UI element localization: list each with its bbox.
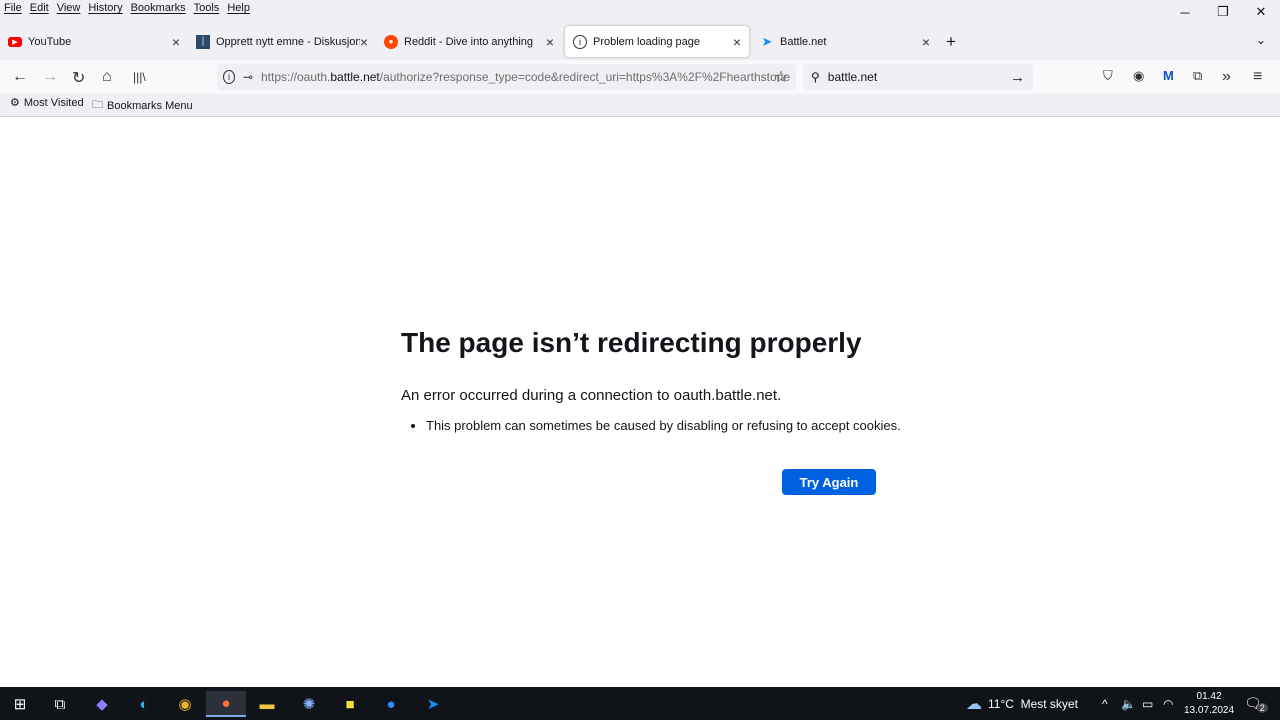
- malwarebytes-icon[interactable]: M: [1163, 68, 1174, 83]
- settings-app-icon[interactable]: ✺: [289, 691, 329, 717]
- menu-bookmarks[interactable]: Bookmarks: [127, 0, 190, 18]
- pocket-icon[interactable]: ⛉: [1103, 68, 1113, 84]
- tab-label: Reddit - Dive into anything: [404, 35, 534, 48]
- battlenet-app-icon[interactable]: ➤: [413, 691, 453, 717]
- gear-icon: ⚙: [10, 97, 20, 109]
- page-title: The page isn’t redirecting properly: [401, 327, 862, 358]
- firefox-icon[interactable]: ●: [206, 691, 246, 717]
- notification-center-icon[interactable]: 🗨 2: [1244, 687, 1268, 720]
- error-page: The page isn’t redirecting properly An e…: [401, 327, 901, 433]
- youtube-icon: ▶: [8, 36, 22, 47]
- close-tab-icon[interactable]: ×: [922, 34, 930, 50]
- forward-icon[interactable]: →: [42, 68, 58, 86]
- url-rest: /authorize?response_type=code&redirect_u…: [379, 70, 790, 84]
- menu-tools[interactable]: Tools: [190, 0, 224, 18]
- file-explorer-icon[interactable]: ▬: [247, 691, 287, 717]
- url-domain: battle.net: [330, 70, 380, 84]
- menu-view[interactable]: View: [53, 0, 85, 18]
- folder-icon: 🗀: [92, 99, 103, 111]
- close-tab-icon[interactable]: ×: [172, 34, 180, 50]
- url-prefix: https://oauth.: [260, 70, 331, 84]
- sticky-notes-icon[interactable]: ■: [330, 691, 370, 717]
- error-hint: This problem can sometimes be caused by …: [426, 418, 901, 433]
- menu-help[interactable]: Help: [223, 0, 254, 18]
- new-tab-button[interactable]: +: [946, 32, 956, 52]
- bookmark-star-icon[interactable]: ☆: [774, 67, 788, 87]
- bookmark-bookmarks-menu[interactable]: 🗀 Bookmarks Menu: [92, 96, 193, 115]
- restore-button[interactable]: ❐: [1204, 0, 1242, 24]
- windows-start-icon[interactable]: ⊞: [0, 691, 40, 717]
- weather-text: 11°C Mest skyet: [988, 696, 1078, 711]
- close-tab-icon[interactable]: ×: [360, 34, 368, 50]
- copilot-icon[interactable]: ◆: [82, 691, 122, 717]
- menu-edit[interactable]: Edit: [26, 0, 53, 18]
- info-icon: i: [573, 34, 587, 49]
- tab-reddit[interactable]: ● Reddit - Dive into anything ×: [376, 26, 562, 57]
- notification-count: 2: [1256, 702, 1268, 713]
- search-input[interactable]: ⚲ battle.net →: [803, 64, 1033, 90]
- tab-label: Problem loading page: [593, 35, 701, 48]
- account-icon[interactable]: ◉: [1133, 68, 1144, 84]
- info-icon[interactable]: i: [223, 70, 235, 84]
- list-tabs-chevron-icon[interactable]: ⌄: [1256, 33, 1266, 47]
- battlenet-icon: ➤: [761, 33, 773, 49]
- key-icon[interactable]: ⊸: [243, 70, 253, 84]
- menu-bar: File Edit View History Bookmarks Tools H…: [0, 0, 254, 18]
- tab-label: Battle.net: [780, 35, 827, 48]
- library-icon[interactable]: |||\: [133, 70, 146, 84]
- menu-history[interactable]: History: [84, 0, 126, 18]
- tab-diskusjon[interactable]: | Opprett nytt emne - Diskusjon.no ×: [188, 26, 376, 57]
- url-bar[interactable]: i ⊸ https://oauth. battle.net/authorize?r…: [217, 64, 796, 90]
- home-icon[interactable]: ⌂: [102, 68, 112, 86]
- close-tab-icon[interactable]: ×: [733, 34, 741, 50]
- search-go-icon[interactable]: →: [1010, 69, 1025, 86]
- minimize-button[interactable]: ─: [1166, 0, 1204, 24]
- error-description: An error occurred during a connection to…: [401, 387, 782, 404]
- cloud-icon: ☁: [966, 695, 982, 713]
- back-icon[interactable]: ←: [12, 68, 28, 86]
- search-icon: ⚲: [811, 70, 820, 84]
- tab-youtube[interactable]: ▶ YouTube ×: [0, 26, 188, 57]
- diskusjon-icon: |: [196, 34, 210, 49]
- overflow-chevron-icon[interactable]: »: [1222, 68, 1231, 86]
- tray-chevron-icon[interactable]: ^: [1102, 687, 1108, 720]
- app-menu-icon[interactable]: ≡: [1253, 68, 1262, 86]
- clock[interactable]: 01.42 13.07.2024: [1184, 687, 1234, 720]
- search-value: battle.net: [827, 70, 878, 84]
- menu-file[interactable]: File: [0, 0, 26, 18]
- navigation-toolbar: ← → ↻ ⌂ |||\ i ⊸ https://oauth. battle.ne…: [0, 60, 1280, 94]
- bookmark-label: Most Visited: [23, 96, 84, 109]
- zoom-icon[interactable]: ●: [371, 691, 411, 717]
- reddit-icon: ●: [384, 34, 398, 49]
- tab-label: Opprett nytt emne - Diskusjon.no: [216, 35, 360, 48]
- chrome-icon[interactable]: ◉: [165, 691, 205, 717]
- try-again-button[interactable]: Try Again: [782, 469, 876, 495]
- extensions-icon[interactable]: ⧉: [1193, 68, 1202, 84]
- clock-date: 13.07.2024: [1184, 704, 1235, 716]
- weather-widget[interactable]: ☁ 11°C Mest skyet: [966, 687, 1078, 720]
- wifi-icon[interactable]: ◠: [1163, 687, 1173, 720]
- task-view-icon[interactable]: ⧉: [40, 691, 80, 717]
- tab-label: YouTube: [28, 35, 72, 48]
- bookmark-label: Bookmarks Menu: [107, 99, 193, 112]
- close-tab-icon[interactable]: ×: [546, 34, 554, 50]
- tab-battlenet[interactable]: ➤ Battle.net ×: [752, 26, 938, 57]
- edge-icon[interactable]: ◐: [124, 691, 164, 717]
- volume-icon[interactable]: 🔈: [1121, 687, 1136, 720]
- clock-time: 01.42: [1196, 690, 1222, 702]
- battery-icon[interactable]: ▭: [1142, 687, 1153, 720]
- bookmark-most-visited[interactable]: ⚙ Most Visited: [10, 96, 84, 110]
- close-window-button[interactable]: ✕: [1242, 0, 1280, 24]
- reload-icon[interactable]: ↻: [72, 68, 85, 88]
- taskbar: ⊞ ⧉ ◆ ◐ ◉ ● ▬ ✺ ■ ● ➤ ☁ 11°C Mest skyet …: [0, 687, 1280, 720]
- tab-problem-loading[interactable]: i Problem loading page ×: [565, 26, 749, 57]
- browser-chrome: File Edit View History Bookmarks Tools H…: [0, 0, 1280, 117]
